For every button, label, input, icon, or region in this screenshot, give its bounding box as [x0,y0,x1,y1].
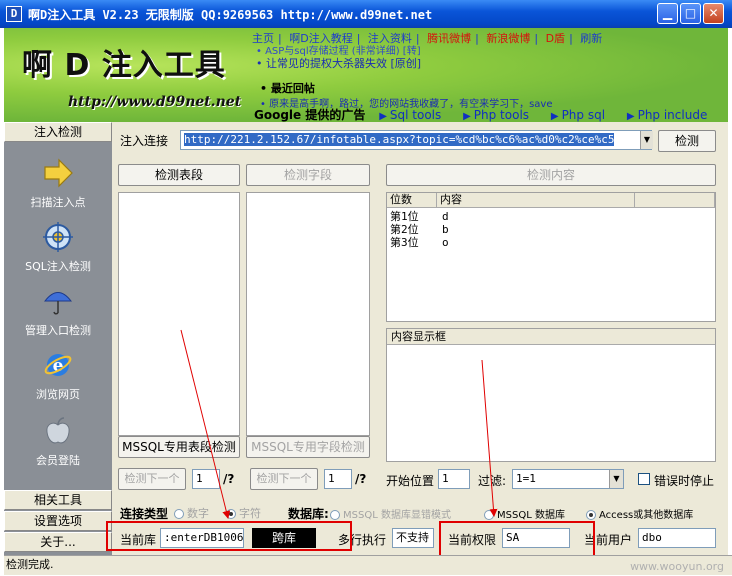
status-text: 检测完成. [6,558,54,571]
annotation-arrows [180,329,498,519]
watermark: www.wooyun.org [630,560,724,573]
arrow-to-current-db [180,329,231,519]
status-bar: 检测完成. www.wooyun.org [4,555,732,575]
arrow-to-permission [481,359,498,517]
